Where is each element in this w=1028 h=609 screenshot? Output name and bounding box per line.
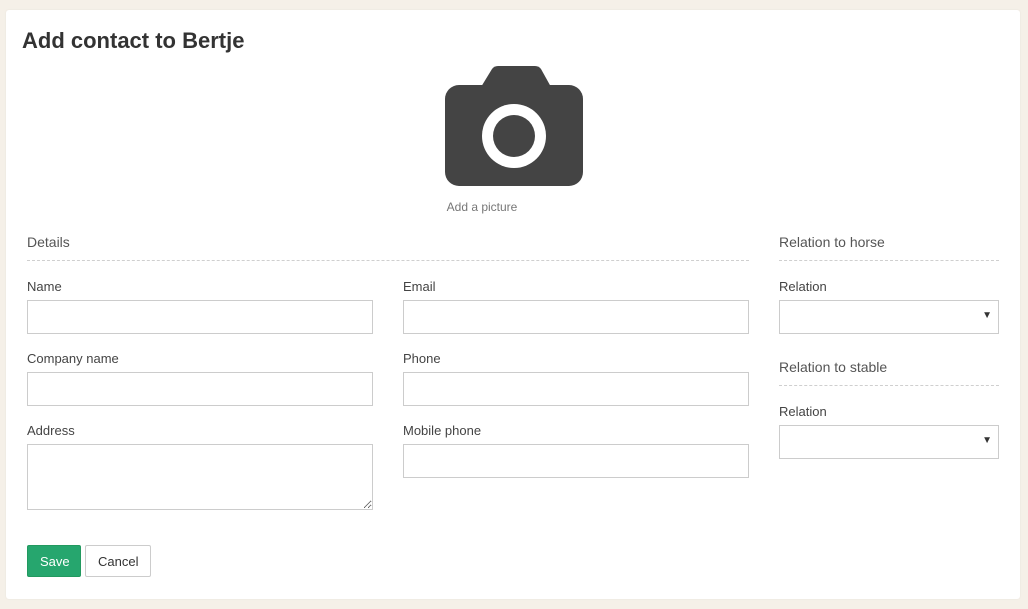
cancel-button[interactable]: Cancel — [85, 545, 151, 577]
horse-relation-label: Relation — [779, 279, 827, 294]
address-textarea[interactable] — [27, 444, 373, 510]
name-input[interactable] — [27, 300, 373, 334]
relation-to-stable-section-title: Relation to stable — [779, 359, 999, 386]
name-label: Name — [27, 279, 62, 294]
stable-relation-select[interactable]: ▼ — [779, 425, 999, 459]
caret-down-icon: ▼ — [982, 435, 992, 446]
phone-input[interactable] — [403, 372, 749, 406]
page-title: Add contact to Bertje — [22, 28, 245, 53]
relation-to-horse-section-title: Relation to horse — [779, 234, 999, 261]
save-button[interactable]: Save — [27, 545, 81, 577]
add-contact-card: Add contact to Bertje Add a picture Deta… — [6, 10, 1020, 599]
details-section-title: Details — [27, 234, 749, 261]
company-name-label: Company name — [27, 351, 119, 366]
mobile-phone-label: Mobile phone — [403, 423, 482, 438]
phone-label: Phone — [403, 351, 441, 366]
company-name-input[interactable] — [27, 372, 373, 406]
add-picture-caption: Add a picture — [446, 200, 518, 214]
horse-relation-select[interactable]: ▼ — [779, 300, 999, 334]
email-label: Email — [403, 279, 436, 294]
mobile-phone-input[interactable] — [403, 444, 749, 478]
email-input[interactable] — [403, 300, 749, 334]
address-label: Address — [27, 423, 75, 438]
stable-relation-label: Relation — [779, 404, 827, 419]
caret-down-icon: ▼ — [982, 310, 992, 321]
camera-icon — [445, 66, 583, 186]
add-picture-button[interactable] — [445, 66, 583, 216]
